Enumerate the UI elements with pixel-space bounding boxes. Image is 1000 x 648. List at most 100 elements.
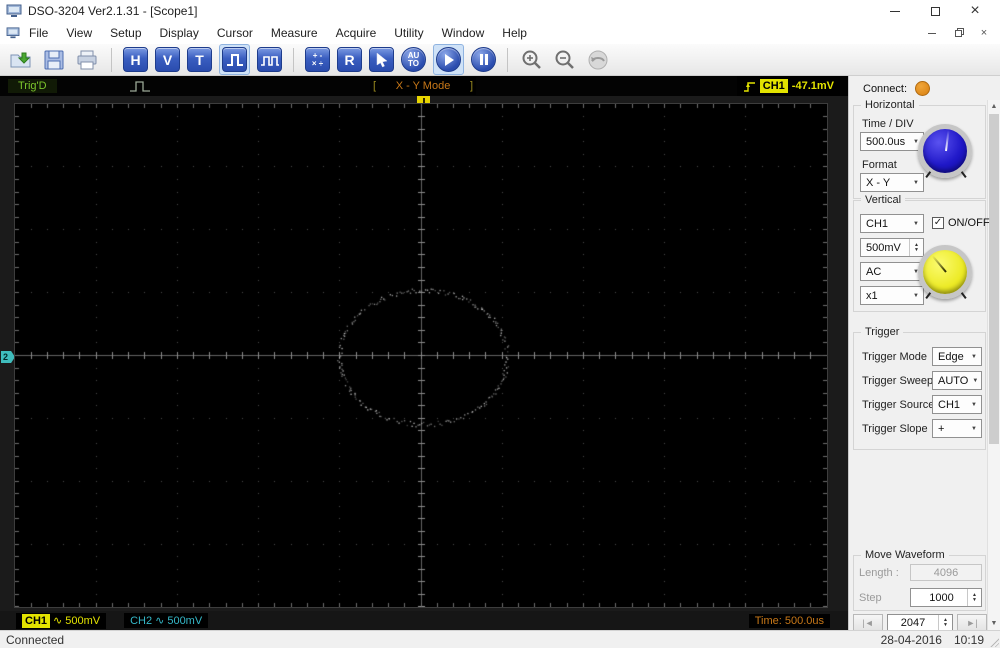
move-first-button[interactable]: |◄ xyxy=(853,614,883,631)
chevron-down-icon: ▼ xyxy=(913,292,919,299)
control-panel: Connect: ▲ ▼ Horizontal Time / DIV 500.0… xyxy=(848,76,1000,631)
time-div-label: Time / DIV xyxy=(862,118,914,130)
length-field: 4096 xyxy=(910,564,982,581)
connect-label: Connect: xyxy=(863,82,908,95)
move-last-button[interactable]: ►| xyxy=(957,614,987,631)
chevron-down-icon: ▼ xyxy=(971,401,977,408)
chevron-down-icon: ▼ xyxy=(913,179,919,186)
single-pulse-button[interactable] xyxy=(222,47,247,72)
scroll-down-icon[interactable]: ▼ xyxy=(988,617,1000,630)
channel-onoff-checkbox[interactable]: ✓ ON/OFF xyxy=(932,217,990,229)
double-pulse-button[interactable] xyxy=(257,47,282,72)
pause-button[interactable] xyxy=(471,47,496,72)
status-time: 10:19 xyxy=(953,632,984,647)
chevron-down-icon: ▼ xyxy=(971,353,977,360)
ch2-position-marker[interactable]: 2 xyxy=(1,351,15,363)
channel-select[interactable]: CH1 ▼ xyxy=(860,214,924,233)
mdi-restore-button[interactable] xyxy=(952,27,964,39)
step-label: Step xyxy=(859,592,882,604)
menu-display[interactable]: Display xyxy=(151,24,208,42)
menu-setup[interactable]: Setup xyxy=(101,24,150,42)
trigger-source-badge: CH1 xyxy=(759,79,788,93)
ch2-readout: CH2 ∿ 500mV xyxy=(124,613,209,628)
menu-utility[interactable]: Utility xyxy=(385,24,432,42)
ch2-coupling-icon: ∿ xyxy=(155,615,165,627)
volt-div-spinner[interactable]: 500mV ▲ ▼ xyxy=(860,238,924,257)
display-mode-indicator: [ X - Y Mode ] xyxy=(370,77,476,95)
window-title: DSO-3204 Ver2.1.31 - [Scope1] xyxy=(28,4,198,18)
auto-setup-button[interactable]: AU TO xyxy=(401,47,426,72)
rising-edge-icon xyxy=(743,81,755,92)
trigger-sweep-select[interactable]: AUTO ▼ xyxy=(932,371,982,390)
onoff-label: ON/OFF xyxy=(948,217,990,229)
ch2-scale: 500mV xyxy=(167,614,203,627)
ch1-scale: 500mV xyxy=(65,614,101,627)
run-selected-frame xyxy=(433,44,464,75)
trigger-setup-button[interactable]: T xyxy=(187,47,212,72)
menu-bar: File View Setup Display Cursor Measure A… xyxy=(0,22,1000,44)
menu-window[interactable]: Window xyxy=(433,24,494,42)
connect-indicator[interactable] xyxy=(915,81,931,96)
pulse-indicator-icon xyxy=(129,80,151,93)
checkbox-check-icon: ✓ xyxy=(932,217,944,229)
scope-status-bar: Trig'D [ X - Y Mode ] CH1 -47.1mV xyxy=(0,76,848,96)
maximize-button[interactable] xyxy=(928,4,942,18)
mdi-minimize-button[interactable] xyxy=(926,27,938,39)
trigger-group: Trigger Trigger Mode Edge ▼ Trigger Sweep… xyxy=(853,326,986,450)
timebase-knob[interactable] xyxy=(918,124,972,178)
length-label: Length : xyxy=(859,567,899,579)
trigger-level-value: -47.1mV xyxy=(791,80,834,92)
status-bar: Connected 28-04-2016 10:19 xyxy=(0,630,1000,648)
scope-display-canvas xyxy=(15,104,827,607)
toolbar: H V T + - × ÷ R AU TO xyxy=(0,44,1000,76)
display-mode-label: X - Y Mode xyxy=(395,80,451,92)
cursor-button[interactable] xyxy=(369,47,394,72)
scope-area: Trig'D [ X - Y Mode ] CH1 -47.1mV 2 CH1 … xyxy=(0,76,848,630)
open-file-button[interactable] xyxy=(8,47,34,73)
menu-help[interactable]: Help xyxy=(493,24,536,42)
scroll-up-icon[interactable]: ▲ xyxy=(988,100,1000,113)
save-icon[interactable] xyxy=(41,47,67,73)
ch1-coupling-icon: ∿ xyxy=(53,615,63,627)
print-button[interactable] xyxy=(74,47,100,73)
format-label: Format xyxy=(862,159,897,171)
format-select[interactable]: X - Y ▼ xyxy=(860,173,924,192)
chevron-down-icon: ▼ xyxy=(971,425,977,432)
menu-view[interactable]: View xyxy=(57,24,101,42)
panel-scrollbar[interactable]: ▲ ▼ xyxy=(987,100,1000,630)
title-bar: DSO-3204 Ver2.1.31 - [Scope1] × xyxy=(0,0,1000,22)
scope-display xyxy=(14,103,828,608)
zoom-in-button[interactable] xyxy=(519,47,545,73)
volt-div-knob[interactable] xyxy=(918,245,972,299)
undo-zoom-button[interactable] xyxy=(585,47,611,73)
trigger-source-select[interactable]: CH1 ▼ xyxy=(932,395,982,414)
horizontal-setup-button[interactable]: H xyxy=(123,47,148,72)
trigger-slope-select[interactable]: + ▼ xyxy=(932,419,982,438)
menu-file[interactable]: File xyxy=(20,24,57,42)
scrollbar-thumb[interactable] xyxy=(989,114,999,444)
close-button[interactable]: × xyxy=(968,2,982,19)
mdi-close-button[interactable]: × xyxy=(978,27,990,39)
time-div-select[interactable]: 500.0us ▼ xyxy=(860,132,924,151)
position-spinner[interactable]: 2047 ▲ ▼ xyxy=(887,614,953,631)
scope-channel-bar: CH1 ∿ 500mV CH2 ∿ 500mV Time: 500.0us xyxy=(0,611,848,630)
trigger-mode-select[interactable]: Edge ▼ xyxy=(932,347,982,366)
vertical-group: Vertical CH1 ▼ ✓ ON/OFF 500mV ▲ ▼ AC ▼ x1 ▼ xyxy=(853,194,990,312)
vertical-setup-button[interactable]: V xyxy=(155,47,180,72)
coupling-select[interactable]: AC ▼ xyxy=(860,262,924,281)
menu-cursor[interactable]: Cursor xyxy=(208,24,262,42)
math-button[interactable]: + - × ÷ xyxy=(305,47,330,72)
probe-select[interactable]: x1 ▼ xyxy=(860,286,924,305)
trigger-level-readout: CH1 -47.1mV xyxy=(736,76,840,96)
run-button[interactable] xyxy=(436,47,461,72)
step-spinner[interactable]: 1000 ▲ ▼ xyxy=(910,588,982,607)
menu-acquire[interactable]: Acquire xyxy=(327,24,386,42)
reference-button[interactable]: R xyxy=(337,47,362,72)
menu-measure[interactable]: Measure xyxy=(262,24,327,42)
single-pulse-selected-frame xyxy=(219,44,250,75)
horizontal-group: Horizontal Time / DIV 500.0us ▼ Format X … xyxy=(853,99,986,199)
zoom-out-button[interactable] xyxy=(552,47,578,73)
move-waveform-group: Move Waveform Length : 4096 Step 1000 ▲ ▼ xyxy=(853,549,986,611)
chevron-down-icon: ▼ xyxy=(972,377,979,384)
minimize-button[interactable] xyxy=(888,4,902,18)
